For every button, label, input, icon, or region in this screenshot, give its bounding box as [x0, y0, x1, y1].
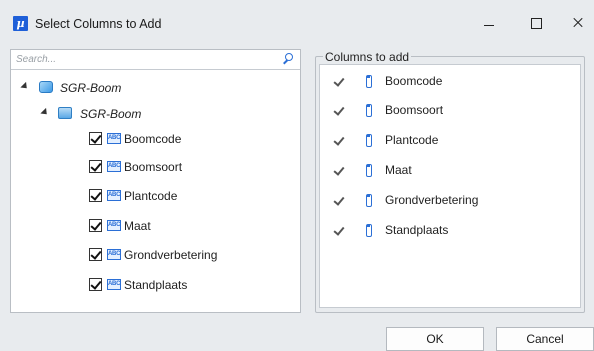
search-placeholder: Search... [16, 54, 57, 65]
field-label: Standplaats [124, 278, 188, 292]
column-icon [366, 164, 372, 177]
source-tree-panel: Search... SGR-Boom SGR-Boom ABC Boomcode… [10, 49, 301, 313]
item-checkbox[interactable] [334, 166, 344, 176]
cancel-button[interactable]: Cancel [496, 327, 594, 351]
column-icon [366, 194, 372, 207]
field-checkbox[interactable] [89, 132, 102, 145]
field-checkbox[interactable] [89, 278, 102, 291]
item-label: Boomcode [385, 74, 443, 88]
item-checkbox[interactable] [334, 77, 344, 87]
column-icon [366, 104, 372, 117]
tree-root-label: SGR-Boom [60, 81, 122, 95]
table-icon [58, 107, 72, 119]
search-icon[interactable] [282, 53, 294, 66]
field-checkbox[interactable] [89, 248, 102, 261]
database-cube-icon [39, 81, 53, 93]
column-icon [366, 75, 372, 88]
field-label: Grondverbetering [124, 248, 218, 262]
field-checkbox[interactable] [89, 189, 102, 202]
columns-to-add-caption: Columns to add [323, 50, 412, 64]
tree-root-node[interactable]: SGR-Boom [11, 78, 300, 98]
field-label: Plantcode [124, 189, 178, 203]
column-icon [366, 134, 372, 147]
app-logo-icon: µ [13, 16, 28, 31]
field-label: Boomcode [124, 132, 182, 146]
item-label: Grondverbetering [385, 193, 479, 207]
text-field-icon: ABC [107, 279, 121, 290]
item-checkbox[interactable] [334, 136, 344, 146]
text-field-icon: ABC [107, 220, 121, 231]
field-checkbox[interactable] [89, 219, 102, 232]
item-label: Plantcode [385, 133, 439, 147]
item-checkbox[interactable] [334, 196, 344, 206]
ok-button[interactable]: OK [386, 327, 484, 351]
item-checkbox[interactable] [334, 106, 344, 116]
columns-to-add-list[interactable]: Boomcode Boomsoort Plantcode Maat Grondv… [319, 64, 581, 308]
text-field-icon: ABC [107, 190, 121, 201]
item-label: Standplaats [385, 223, 449, 237]
title-bar[interactable]: µ Select Columns to Add [0, 0, 594, 40]
collapse-arrow-icon[interactable] [20, 81, 30, 92]
collapse-arrow-icon[interactable] [40, 107, 50, 118]
maximize-button[interactable] [519, 8, 559, 38]
column-icon [366, 224, 372, 237]
search-input[interactable]: Search... [11, 50, 300, 70]
text-field-icon: ABC [107, 133, 121, 144]
text-field-icon: ABC [107, 249, 121, 260]
item-label: Maat [385, 163, 412, 177]
window-title: Select Columns to Add [35, 17, 162, 31]
item-checkbox[interactable] [334, 226, 344, 236]
item-label: Boomsoort [385, 103, 444, 117]
text-field-icon: ABC [107, 161, 121, 172]
minimize-button[interactable] [473, 8, 513, 38]
dialog-window: µ Select Columns to Add Search... SGR-Bo… [0, 0, 594, 351]
field-label: Boomsoort [124, 160, 183, 174]
tree-table-node[interactable]: SGR-Boom [11, 104, 300, 124]
field-checkbox[interactable] [89, 160, 102, 173]
tree-table-label: SGR-Boom [80, 107, 142, 121]
close-button[interactable] [562, 8, 594, 38]
field-label: Maat [124, 219, 151, 233]
